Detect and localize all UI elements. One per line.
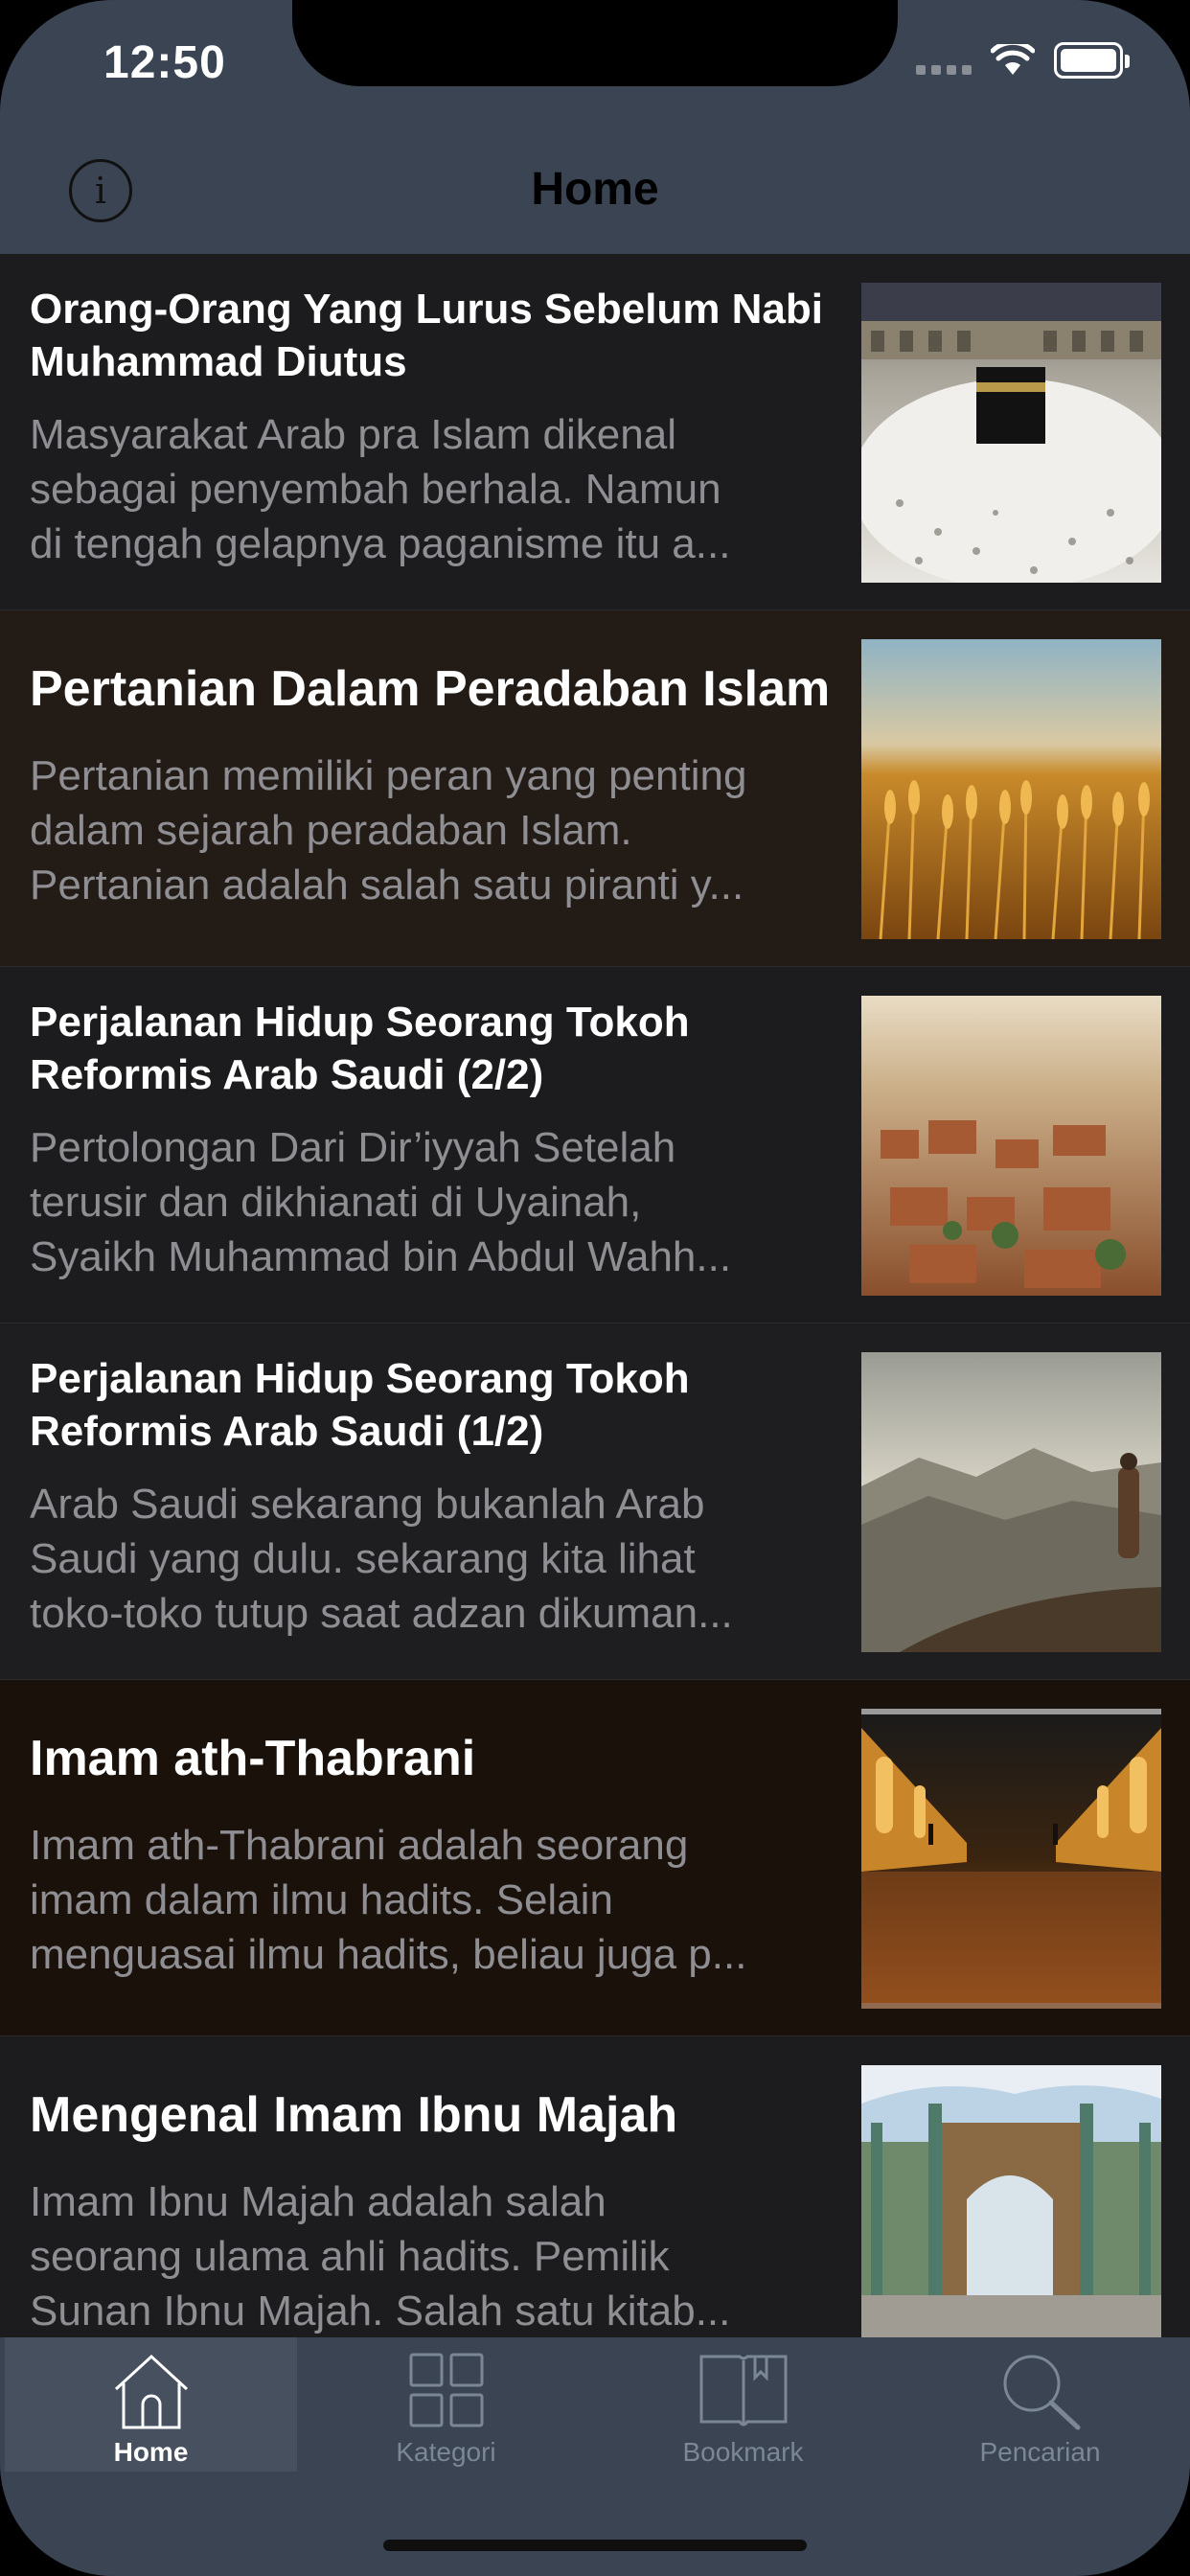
article-text: Pertanian Dalam Peradaban Islam Pertania… xyxy=(30,639,835,912)
mountain-view-image xyxy=(861,1352,1161,1652)
article-description-line: sebagai penyembah berhala. Namun xyxy=(30,466,721,513)
page-title: Home xyxy=(531,164,659,215)
article-description-line: Pertanian adalah salah satu piranti y... xyxy=(30,862,744,908)
article-title: Orang-Orang Yang Lurus Sebelum Nabi Muha… xyxy=(30,286,824,385)
article-text: Perjalanan Hidup Seorang Tokoh Reformis … xyxy=(30,1352,835,1641)
tiled-gate-image xyxy=(861,2065,1161,2337)
article-description-line: Masyarakat Arab pra Islam dikenal xyxy=(30,411,676,458)
cellular-signal-icon xyxy=(916,46,972,75)
article-description: Arab Saudi sekarang bukanlah Arab Saudi … xyxy=(30,1477,835,1641)
article-row[interactable]: Imam ath-Thabrani Imam ath-Thabrani adal… xyxy=(0,1680,1190,2036)
arched-corridor-image xyxy=(861,1709,1161,2009)
grid-icon xyxy=(409,2353,483,2427)
article-row[interactable]: Orang-Orang Yang Lurus Sebelum Nabi Muha… xyxy=(0,254,1190,610)
article-list[interactable]: Orang-Orang Yang Lurus Sebelum Nabi Muha… xyxy=(0,254,1190,2337)
battery-icon xyxy=(1054,42,1130,79)
search-icon xyxy=(1003,2355,1080,2430)
article-text: Imam ath-Thabrani Imam ath-Thabrani adal… xyxy=(30,1709,835,1982)
status-time: 12:50 xyxy=(103,37,226,88)
article-title: Perjalanan Hidup Seorang Tokoh Reformis … xyxy=(30,999,690,1098)
article-description-line: Pertanian memiliki peran yang penting xyxy=(30,752,747,799)
tab-label: Bookmark xyxy=(682,2437,804,2467)
article-description-line: Syaikh Muhammad bin Abdul Wahh... xyxy=(30,1233,732,1280)
article-title: Pertanian Dalam Peradaban Islam xyxy=(30,661,831,717)
tab-label: Kategori xyxy=(396,2437,496,2467)
status-icons xyxy=(916,42,1130,79)
device-notch xyxy=(292,0,898,86)
article-row[interactable]: Perjalanan Hidup Seorang Tokoh Reformis … xyxy=(0,1323,1190,1680)
article-text: Mengenal Imam Ibnu Majah Imam Ibnu Majah… xyxy=(30,2065,835,2337)
article-description-line: toko-toko tutup saat adzan dikuman... xyxy=(30,1590,733,1637)
header: 12:50 i Home xyxy=(0,0,1190,254)
article-description-line: imam dalam ilmu hadits. Selain xyxy=(30,1876,613,1923)
wheat-field-image xyxy=(861,639,1161,939)
article-description-line: Saudi yang dulu. sekarang kita lihat xyxy=(30,1535,696,1582)
kaaba-crowd-image xyxy=(861,283,1161,583)
article-description-line: Sunan Ibnu Majah. Salah satu kitab... xyxy=(30,2288,731,2334)
article-title: Perjalanan Hidup Seorang Tokoh Reformis … xyxy=(30,1355,690,1455)
article-title: Imam ath-Thabrani xyxy=(30,1731,476,1786)
article-description-line: seorang ulama ahli hadits. Pemilik xyxy=(30,2233,670,2280)
home-indicator[interactable] xyxy=(383,2540,807,2551)
article-description-line: di tengah gelapnya paganisme itu a... xyxy=(30,520,731,567)
article-description-line: menguasai ilmu hadits, beliau juga p... xyxy=(30,1931,747,1978)
tab-pencarian[interactable]: Pencarian xyxy=(894,2337,1186,2472)
article-description-line: Imam ath-Thabrani adalah seorang xyxy=(30,1822,689,1869)
article-row[interactable]: Mengenal Imam Ibnu Majah Imam Ibnu Majah… xyxy=(0,2036,1190,2337)
wifi-icon xyxy=(991,44,1035,75)
article-row[interactable]: Perjalanan Hidup Seorang Tokoh Reformis … xyxy=(0,967,1190,1323)
book-icon xyxy=(699,2355,787,2426)
tab-label: Home xyxy=(113,2437,189,2467)
article-description-line: Pertolongan Dari Dir’iyyah Setelah xyxy=(30,1124,676,1171)
article-description-line: Arab Saudi sekarang bukanlah Arab xyxy=(30,1481,705,1528)
home-icon xyxy=(114,2354,188,2429)
article-text: Orang-Orang Yang Lurus Sebelum Nabi Muha… xyxy=(30,283,835,571)
article-description: Pertolongan Dari Dir’iyyah Setelah terus… xyxy=(30,1120,835,1284)
article-description: Masyarakat Arab pra Islam dikenal sebaga… xyxy=(30,407,835,571)
tab-label: Pencarian xyxy=(979,2437,1101,2467)
app-screen: 12:50 i Home Orang-Orang Yang Lurus Sebe… xyxy=(0,0,1190,2576)
tab-home[interactable]: Home xyxy=(5,2337,297,2472)
article-description-line: terusir dan dikhianati di Uyainah, xyxy=(30,1179,642,1226)
article-row[interactable]: Pertanian Dalam Peradaban Islam Pertania… xyxy=(0,610,1190,967)
tab-kategori[interactable]: Kategori xyxy=(300,2337,592,2472)
article-description: Imam ath-Thabrani adalah seorang imam da… xyxy=(30,1818,835,1982)
tab-bookmark[interactable]: Bookmark xyxy=(597,2337,889,2472)
article-description: Pertanian memiliki peran yang penting da… xyxy=(30,748,835,912)
article-description-line: dalam sejarah peradaban Islam. xyxy=(30,807,632,854)
article-description: Imam Ibnu Majah adalah salah seorang ula… xyxy=(30,2174,835,2337)
article-description-line: Imam Ibnu Majah adalah salah xyxy=(30,2178,606,2225)
desert-ruins-image xyxy=(861,996,1161,1296)
article-title: Mengenal Imam Ibnu Majah xyxy=(30,2087,678,2143)
article-text: Perjalanan Hidup Seorang Tokoh Reformis … xyxy=(30,996,835,1284)
